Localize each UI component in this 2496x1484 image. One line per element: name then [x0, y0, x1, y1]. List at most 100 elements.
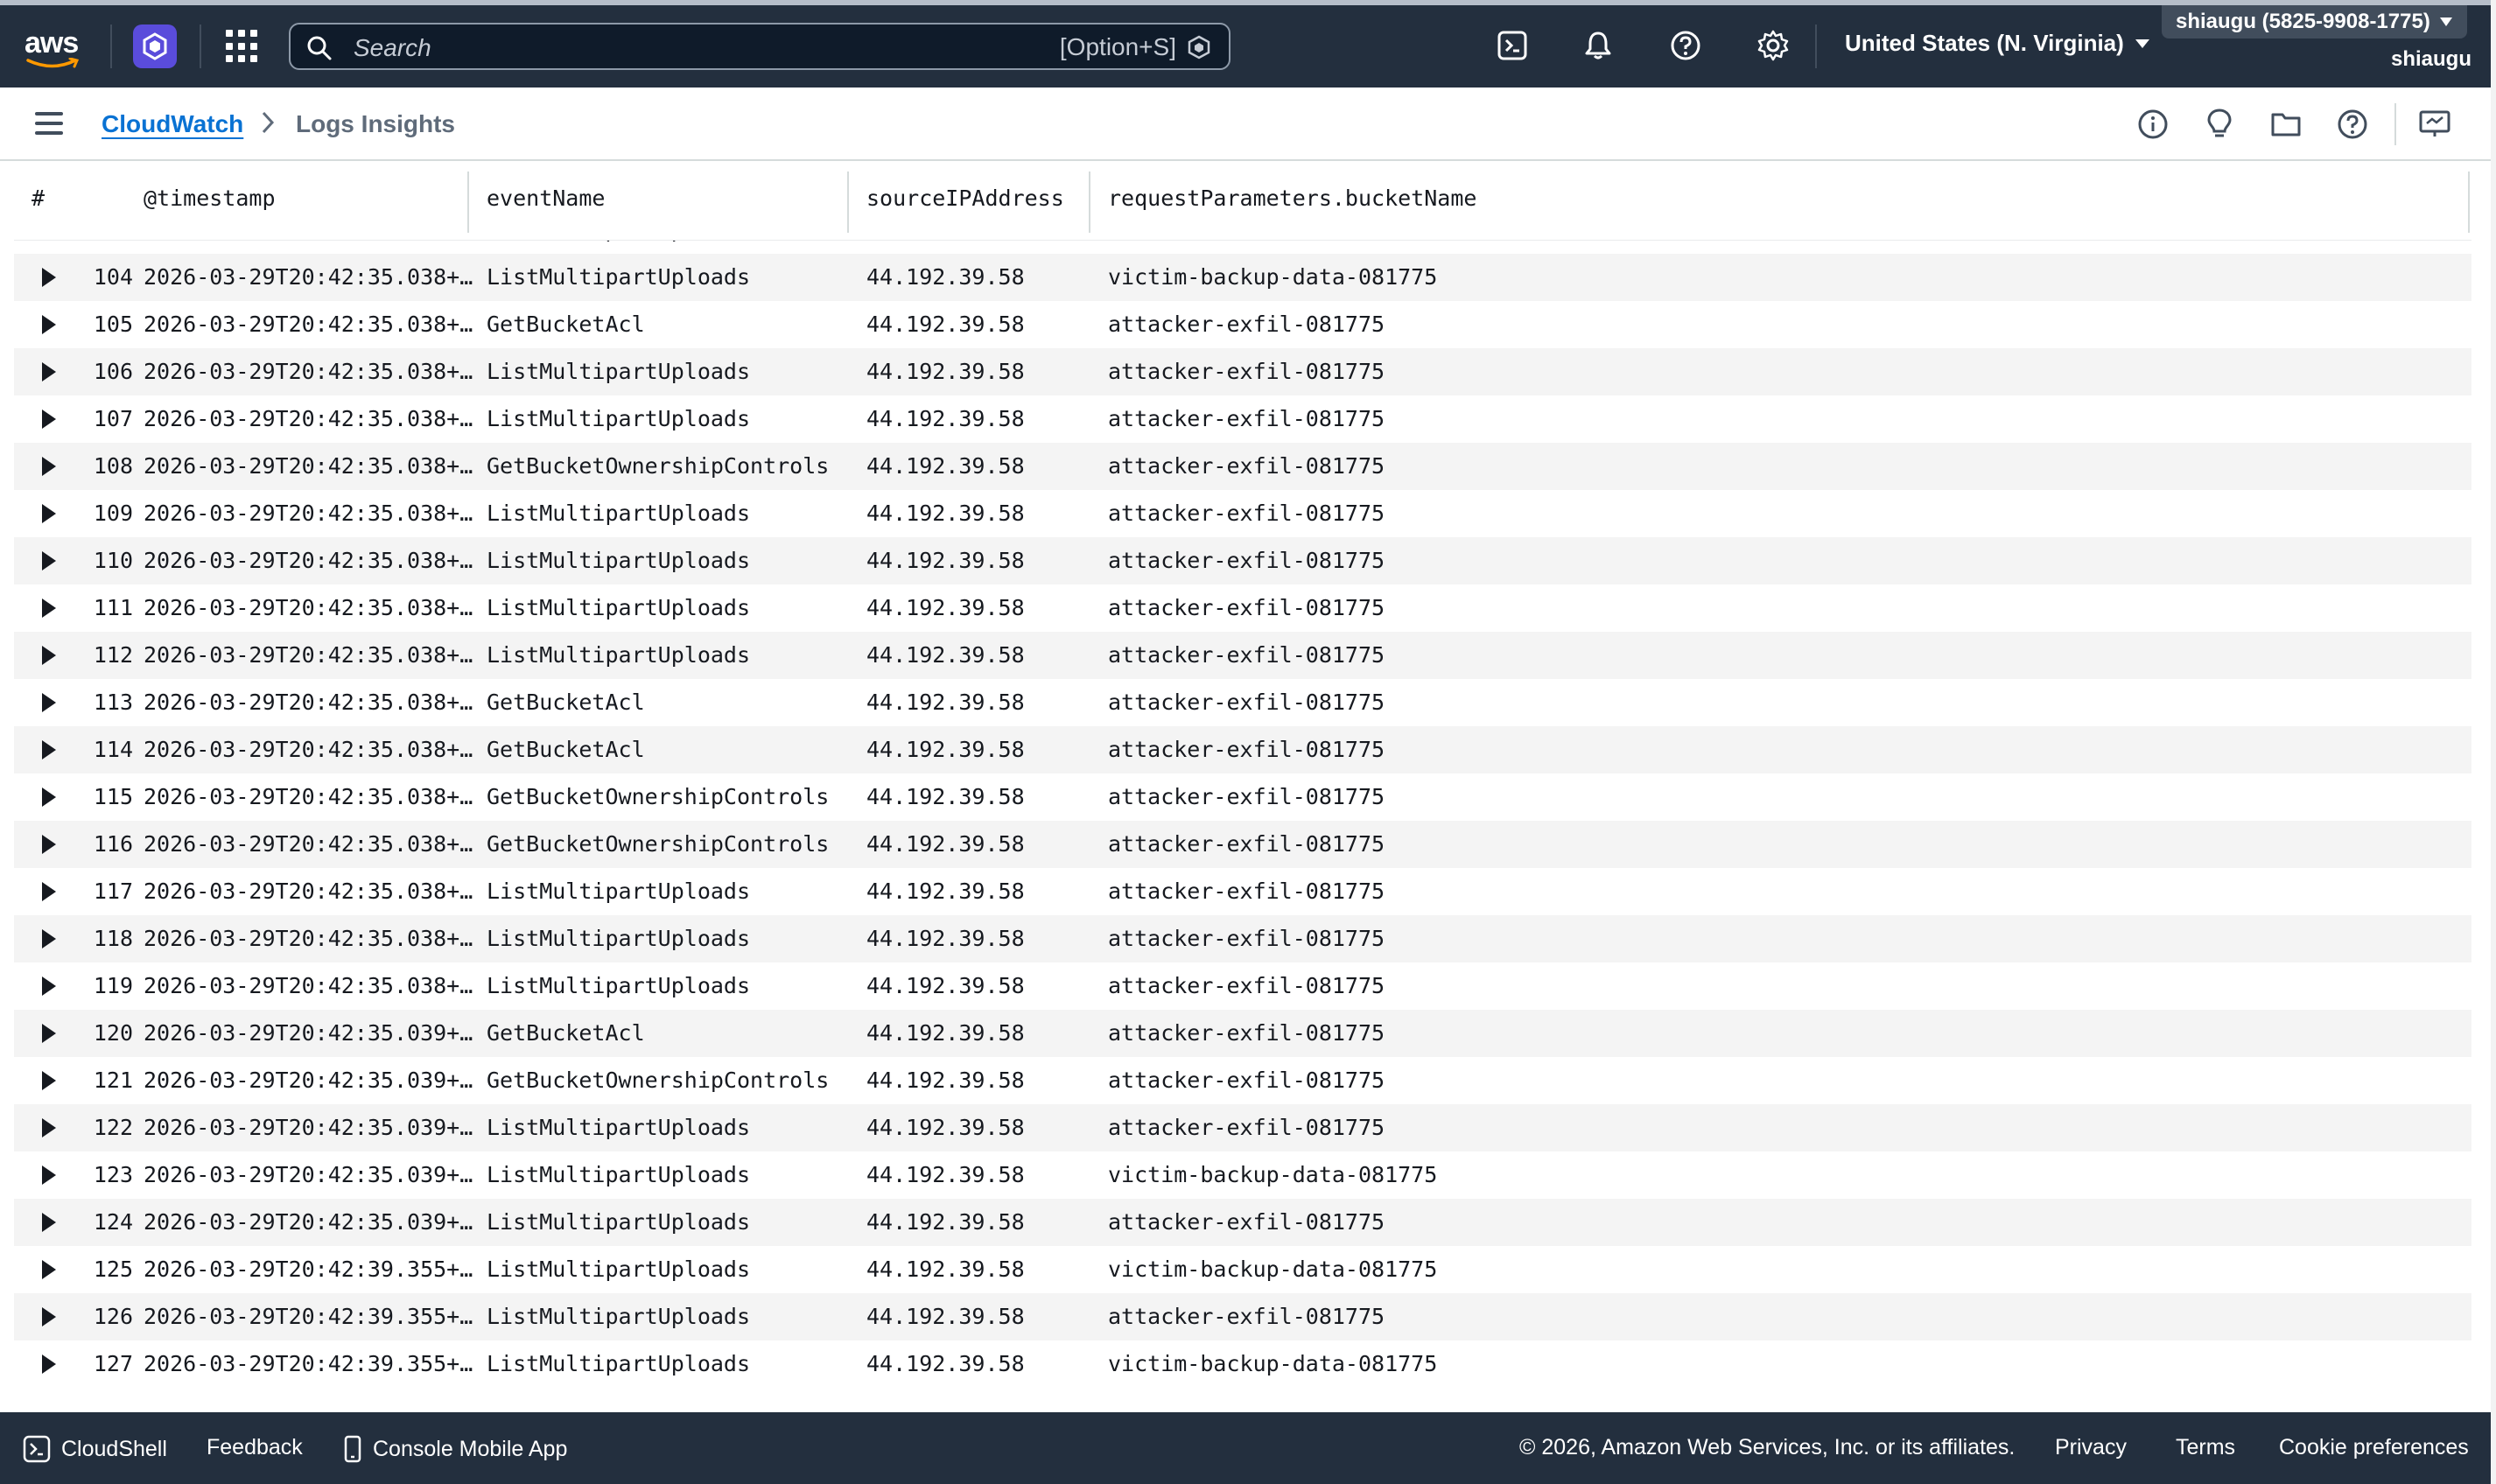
footer-terms-link[interactable]: Terms [2176, 1435, 2235, 1460]
table-row[interactable]: 115 2026-03-29T20:42:35.038+… GetBucketOwn… [14, 774, 2471, 821]
table-row[interactable]: 112 2026-03-29T20:42:35.038+… ListMultipar… [14, 632, 2471, 679]
expand-row-caret-icon[interactable] [42, 693, 56, 712]
expand-row-caret-icon[interactable] [42, 929, 56, 948]
column-header-sourceip[interactable]: sourceIPAddress [866, 186, 1064, 211]
expand-row-caret-icon[interactable] [42, 1260, 56, 1279]
row-index: 117 [93, 878, 133, 904]
breadcrumb-cloudwatch-link[interactable]: CloudWatch [102, 110, 243, 138]
row-bucket-name: attacker-exfil-081775 [1108, 926, 1385, 951]
services-menu-icon[interactable] [226, 30, 259, 63]
table-row[interactable]: 123 2026-03-29T20:42:35.039+… ListMultipar… [14, 1152, 2471, 1199]
table-row[interactable]: 121 2026-03-29T20:42:35.039+… GetBucketOwn… [14, 1057, 2471, 1104]
table-row[interactable]: 107 2026-03-29T20:42:35.038+… ListMultipar… [14, 396, 2471, 443]
caret-down-icon [2439, 18, 2452, 26]
expand-row-caret-icon[interactable] [42, 504, 56, 523]
expand-row-caret-icon[interactable] [42, 362, 56, 382]
row-source-ip: 44.192.39.58 [866, 878, 1025, 904]
expand-row-caret-icon[interactable] [42, 410, 56, 429]
expand-row-caret-icon[interactable] [42, 882, 56, 901]
table-row[interactable]: 124 2026-03-29T20:42:35.039+… ListMultipar… [14, 1199, 2471, 1246]
settings-gear-icon[interactable] [1754, 26, 1792, 65]
column-header-timestamp[interactable]: @timestamp [144, 186, 276, 211]
expand-row-caret-icon[interactable] [42, 835, 56, 854]
breadcrumb-bar: CloudWatch Logs Insights [0, 88, 2491, 161]
column-resize-handle[interactable] [847, 172, 849, 233]
side-nav-toggle-icon[interactable] [35, 112, 63, 135]
table-row[interactable]: 117 2026-03-29T20:42:35.038+… ListMultipar… [14, 868, 2471, 915]
table-row[interactable]: 122 2026-03-29T20:42:35.039+… ListMultipar… [14, 1104, 2471, 1152]
expand-row-caret-icon[interactable] [42, 740, 56, 760]
expand-row-caret-icon[interactable] [42, 646, 56, 665]
search-box[interactable]: [Option+S] [289, 23, 1230, 70]
row-timestamp: 2026-03-29T20:42:39.355+… [144, 1351, 473, 1376]
expand-row-caret-icon[interactable] [42, 598, 56, 618]
column-resize-handle[interactable] [467, 172, 469, 233]
expand-row-caret-icon[interactable] [42, 268, 56, 287]
table-row[interactable]: 111 2026-03-29T20:42:35.038+… ListMultipar… [14, 584, 2471, 632]
column-header-eventname[interactable]: eventName [487, 186, 605, 211]
footer-mobile-app-link[interactable]: Console Mobile App [343, 1435, 567, 1463]
expand-row-caret-icon[interactable] [42, 457, 56, 476]
column-resize-handle[interactable] [2468, 172, 2470, 233]
region-selector[interactable]: United States (N. Virginia) [1845, 30, 2150, 57]
expand-row-caret-icon[interactable] [42, 976, 56, 996]
row-event-name: ListMultipartUploads [487, 1351, 751, 1376]
column-resize-handle[interactable] [1089, 172, 1090, 233]
page-scrollbar[interactable] [2491, 0, 2496, 1484]
table-row[interactable]: 106 2026-03-29T20:42:35.038+… ListMultipar… [14, 348, 2471, 396]
row-bucket-name: victim-backup-data-081775 [1108, 1351, 1438, 1376]
table-row[interactable]: 126 2026-03-29T20:42:39.355+… ListMultipar… [14, 1293, 2471, 1340]
column-header-index[interactable]: # [32, 186, 45, 211]
notifications-bell-icon[interactable] [1579, 26, 1617, 65]
footer-cookie-preferences-link[interactable]: Cookie preferences [2279, 1435, 2469, 1460]
table-row[interactable]: 127 2026-03-29T20:42:39.355+… ListMultipar… [14, 1340, 2471, 1388]
lightbulb-icon[interactable] [2202, 107, 2237, 142]
expand-row-caret-icon[interactable] [42, 788, 56, 807]
row-source-ip: 44.192.39.58 [866, 831, 1025, 857]
row-event-name: GetBucketOwnershipControls [487, 784, 830, 809]
folder-icon[interactable] [2268, 107, 2303, 142]
row-source-ip: 44.192.39.58 [866, 1209, 1025, 1235]
amazon-q-icon[interactable] [133, 24, 177, 68]
row-timestamp: 2026-03-29T20:42:35.038+… [144, 312, 473, 337]
footer-cloudshell-button[interactable]: CloudShell [23, 1435, 167, 1463]
table-row[interactable]: 116 2026-03-29T20:42:35.038+… GetBucketOwn… [14, 821, 2471, 868]
column-header-bucketname[interactable]: requestParameters.bucketName [1108, 186, 1476, 211]
aws-logo[interactable]: aws [25, 26, 86, 68]
table-row[interactable]: 110 2026-03-29T20:42:35.038+… ListMultipar… [14, 537, 2471, 584]
amazon-q-search-icon[interactable] [1187, 35, 1211, 60]
info-icon[interactable] [2135, 107, 2170, 142]
table-row[interactable]: 108 2026-03-29T20:42:35.038+… GetBucketOwn… [14, 443, 2471, 490]
row-timestamp: 2026-03-29T20:42:35.038+… [144, 784, 473, 809]
account-menu[interactable]: shiaugu (5825-9908-1775) [2162, 5, 2467, 38]
footer-privacy-link[interactable]: Privacy [2055, 1435, 2127, 1460]
expand-row-caret-icon[interactable] [42, 1024, 56, 1043]
cloudshell-icon[interactable] [1493, 26, 1532, 65]
footer-feedback-link[interactable]: Feedback [207, 1435, 303, 1460]
expand-row-caret-icon[interactable] [42, 1213, 56, 1232]
table-row[interactable]: 120 2026-03-29T20:42:35.039+… GetBucketAcl… [14, 1010, 2471, 1057]
expand-row-caret-icon[interactable] [42, 1354, 56, 1374]
table-row[interactable]: 114 2026-03-29T20:42:35.038+… GetBucketAcl… [14, 726, 2471, 774]
table-row[interactable]: 105 2026-03-29T20:42:35.038+… GetBucketAcl… [14, 301, 2471, 348]
table-row[interactable]: 119 2026-03-29T20:42:35.038+… ListMultipar… [14, 962, 2471, 1010]
expand-row-caret-icon[interactable] [42, 315, 56, 334]
table-row[interactable]: 113 2026-03-29T20:42:35.038+… GetBucketAcl… [14, 679, 2471, 726]
expand-row-caret-icon[interactable] [42, 1166, 56, 1185]
row-source-ip: 44.192.39.58 [866, 264, 1025, 290]
search-input[interactable] [352, 32, 968, 65]
expand-row-caret-icon[interactable] [42, 1071, 56, 1090]
table-row[interactable]: 109 2026-03-29T20:42:35.038+… ListMultipar… [14, 490, 2471, 537]
expand-row-caret-icon[interactable] [42, 1307, 56, 1326]
row-timestamp: 2026-03-29T20:42:35.039+… [144, 1162, 473, 1187]
presentation-icon[interactable] [2417, 107, 2452, 142]
table-row[interactable]: 118 2026-03-29T20:42:35.038+… ListMultipar… [14, 915, 2471, 962]
expand-row-caret-icon[interactable] [42, 1118, 56, 1138]
row-index: 113 [93, 690, 133, 715]
help-icon[interactable] [1666, 26, 1705, 65]
expand-row-caret-icon[interactable] [42, 551, 56, 570]
row-index: 110 [93, 548, 133, 573]
table-row[interactable]: 104 2026-03-29T20:42:35.038+… ListMultipar… [14, 254, 2471, 301]
help-panel-icon[interactable] [2335, 107, 2370, 142]
table-row[interactable]: 125 2026-03-29T20:42:39.355+… ListMultipar… [14, 1246, 2471, 1293]
